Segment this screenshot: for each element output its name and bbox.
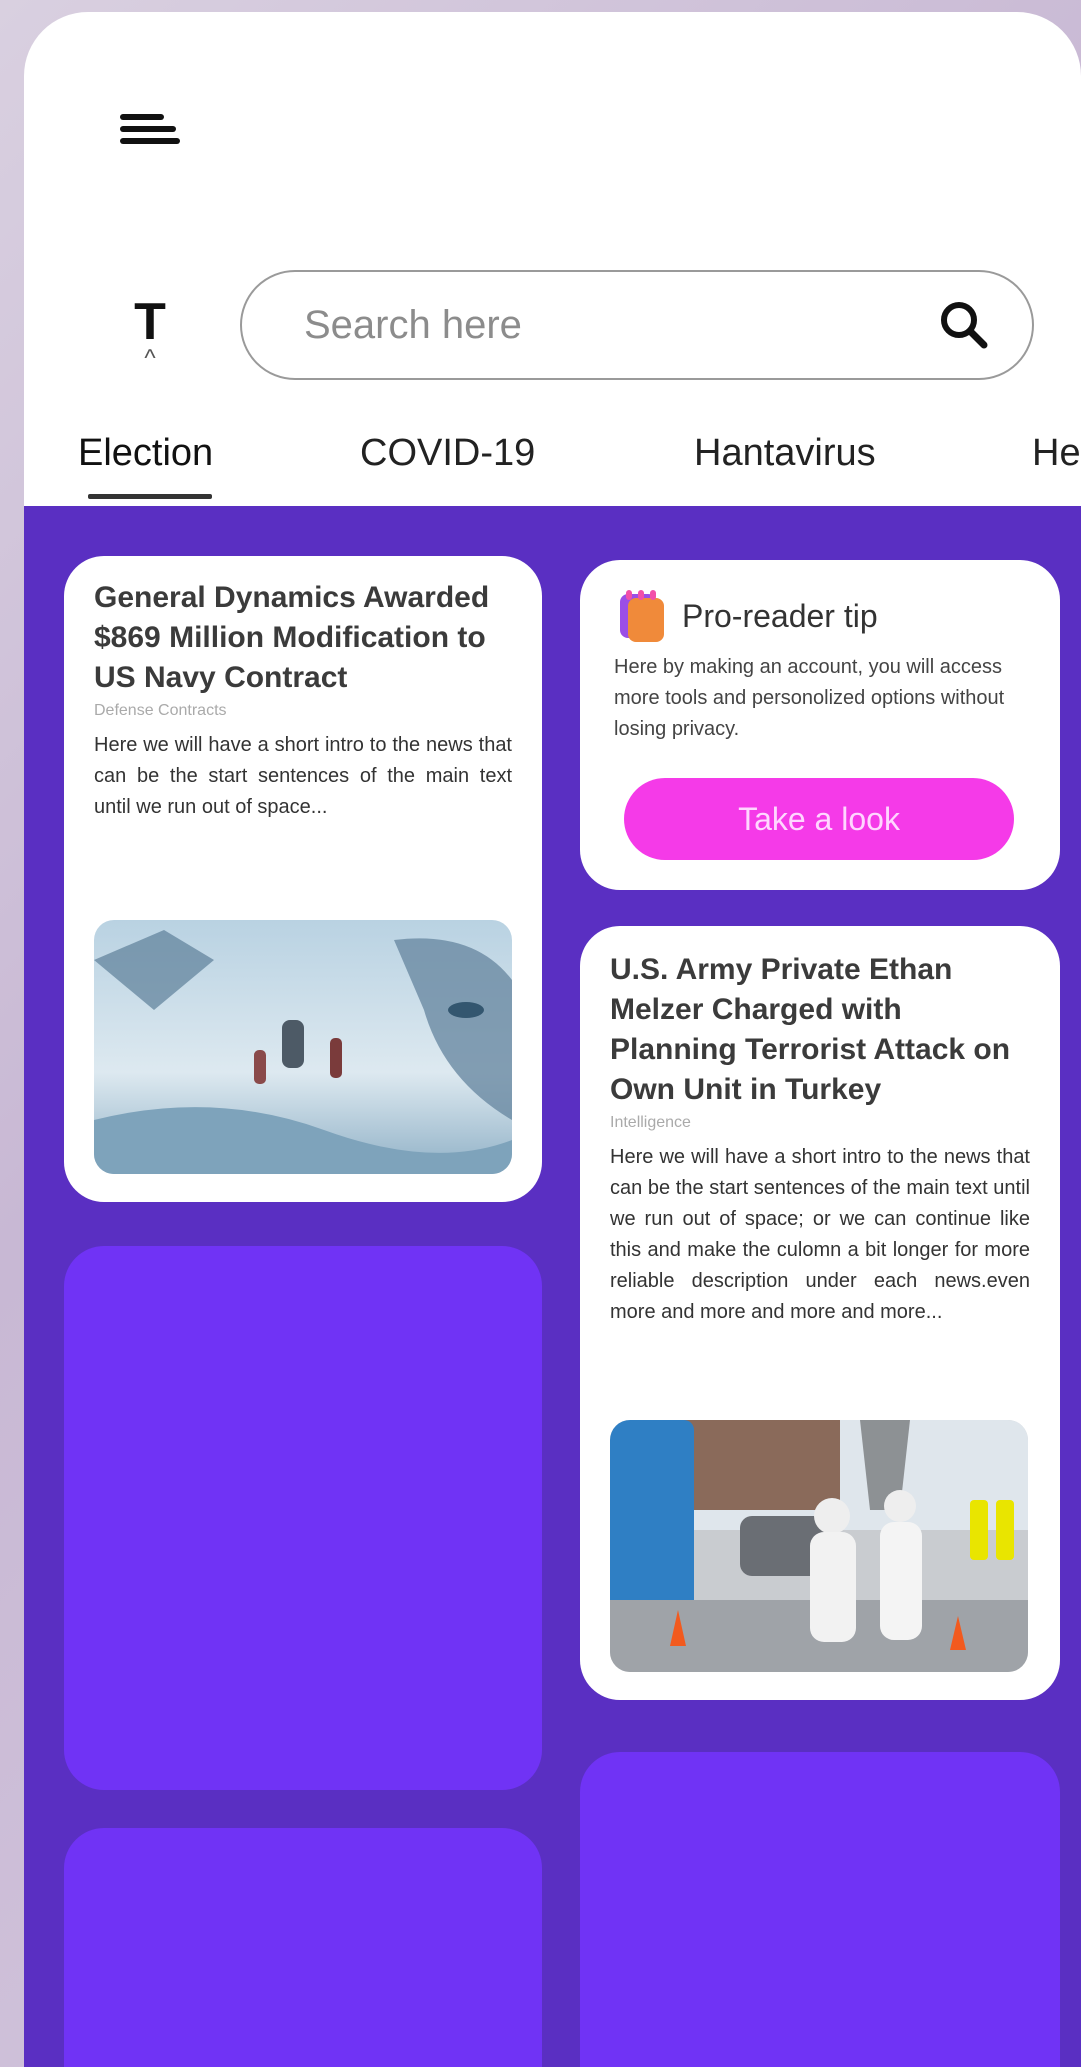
news-image (94, 920, 512, 1174)
news-intro: Here we will have a short intro to the n… (94, 734, 512, 818)
notes-icon (620, 590, 664, 642)
loading-card (580, 1752, 1060, 2067)
take-a-look-button[interactable]: Take a look (624, 778, 1014, 860)
tab-he[interactable]: He (1032, 432, 1081, 475)
loading-card (64, 1246, 542, 1790)
search-icon[interactable] (936, 297, 992, 353)
active-tab-indicator (88, 494, 212, 499)
news-category: Defense Contracts (94, 702, 227, 719)
news-title: General Dynamics Awarded $869 Million Mo… (94, 581, 490, 694)
tip-title: Pro-reader tip (682, 597, 878, 634)
news-image (610, 1420, 1028, 1672)
tip-text: Here by making an account, you will acce… (614, 656, 1005, 740)
news-card[interactable]: U.S. Army Private Ethan Melzer Charged w… (580, 926, 1060, 1700)
tab-election[interactable]: Election (78, 432, 213, 475)
tab-hantavirus[interactable]: Hantavirus (694, 432, 876, 475)
loading-card (64, 1828, 542, 2067)
news-feed[interactable]: General Dynamics Awarded $869 Million Mo… (24, 506, 1081, 2067)
search-bar (240, 270, 1034, 380)
text-size-label: T (134, 293, 166, 351)
news-title: U.S. Army Private Ethan Melzer Charged w… (610, 953, 1011, 1106)
menu-icon[interactable] (120, 114, 184, 164)
pro-reader-tip-card: Pro-reader tip Here by making an account… (580, 560, 1060, 890)
category-tabs: Election COVID-19 Hantavirus He (24, 432, 1081, 512)
text-size-toggle[interactable]: T ^ (128, 294, 172, 384)
news-intro: Here we will have a short intro to the n… (610, 1146, 1030, 1323)
app-screen: T ^ Election COVID-19 Hantavirus He Gene… (24, 12, 1081, 2067)
news-category: Intelligence (610, 1114, 691, 1131)
tab-covid-19[interactable]: COVID-19 (360, 432, 535, 475)
search-input[interactable] (302, 301, 936, 349)
chevron-up-icon: ^ (144, 345, 156, 372)
news-card[interactable]: General Dynamics Awarded $869 Million Mo… (64, 556, 542, 1202)
